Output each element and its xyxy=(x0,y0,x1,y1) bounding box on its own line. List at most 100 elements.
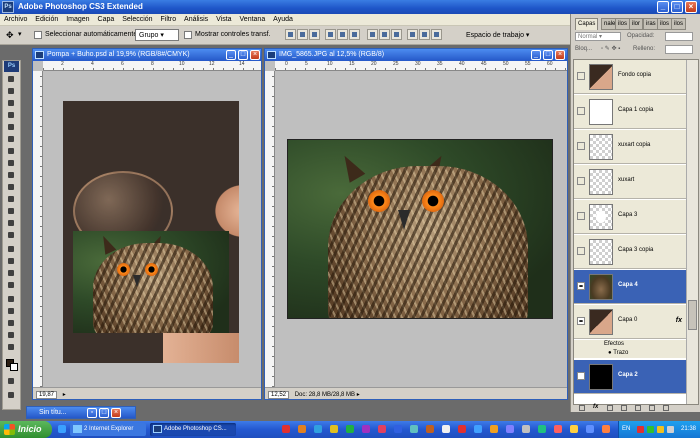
visibility-eye-icon[interactable] xyxy=(577,177,585,185)
app-icon[interactable] xyxy=(490,425,498,433)
tab-styles[interactable]: ilos xyxy=(657,18,673,30)
app-icon[interactable] xyxy=(602,425,610,433)
doc-restore-button[interactable]: ▫ xyxy=(87,408,97,418)
tray-icon[interactable] xyxy=(637,426,644,433)
menu-seleccion[interactable]: Selección xyxy=(119,14,155,23)
clone-stamp-icon[interactable] xyxy=(6,171,17,180)
move-tool-icon[interactable] xyxy=(6,75,17,84)
show-transform-checkbox[interactable] xyxy=(184,31,192,39)
history-brush-icon[interactable] xyxy=(6,183,17,192)
doc-minimize-button[interactable]: _ xyxy=(226,50,236,60)
tab-layers[interactable]: Capas xyxy=(575,18,599,30)
tray-icon[interactable] xyxy=(647,426,654,433)
doc-minimize-button[interactable]: _ xyxy=(531,50,541,60)
eyedropper-tool-icon[interactable] xyxy=(6,307,17,316)
scrollbar-thumb[interactable] xyxy=(688,300,697,330)
eraser-tool-icon[interactable] xyxy=(6,195,17,204)
layer-row[interactable]: Fondo copia xyxy=(574,60,686,94)
quick-mask-icon[interactable] xyxy=(6,377,17,386)
document-title-bar[interactable]: IMG_5865.JPG al 12,5% (RGB/8) xyxy=(265,49,567,61)
brush-tool-icon[interactable] xyxy=(6,159,17,168)
marquee-tool-icon[interactable] xyxy=(6,87,17,96)
menu-vista[interactable]: Vista xyxy=(213,14,234,23)
layer-row-selected[interactable]: Capa 2 xyxy=(574,360,686,394)
doc-close-button[interactable]: × xyxy=(250,50,260,60)
language-indicator[interactable]: EN xyxy=(622,426,630,432)
doc-close-button[interactable]: × xyxy=(111,408,121,418)
distribute-vcenter-button[interactable] xyxy=(379,29,390,40)
app-icon[interactable] xyxy=(394,425,402,433)
gradient-tool-icon[interactable] xyxy=(6,207,17,216)
vertical-ruler[interactable] xyxy=(33,71,43,387)
app-icon[interactable] xyxy=(554,425,562,433)
tab-color[interactable]: ilor xyxy=(629,18,644,30)
align-right-button[interactable] xyxy=(349,29,360,40)
distribute-right-button[interactable] xyxy=(431,29,442,40)
opacity-input[interactable] xyxy=(665,32,693,41)
vertical-ruler[interactable] xyxy=(265,71,275,387)
app-icon[interactable] xyxy=(570,425,578,433)
close-button[interactable]: × xyxy=(685,1,697,13)
layer-list-scrollbar[interactable] xyxy=(686,60,698,404)
visibility-eye-icon[interactable] xyxy=(577,247,585,255)
app-icon[interactable] xyxy=(282,425,290,433)
stroke-effect-row[interactable]: ● Trazo xyxy=(574,349,686,358)
ie-quicklaunch-icon[interactable] xyxy=(58,425,66,433)
lock-icons[interactable]: ▫ ✎ ✥ ▪ xyxy=(601,45,620,52)
add-style-icon[interactable]: fx xyxy=(593,404,598,410)
volume-icon[interactable] xyxy=(667,426,674,433)
healing-brush-icon[interactable] xyxy=(6,147,17,156)
menu-filtro[interactable]: Filtro xyxy=(158,14,180,23)
layer-row[interactable]: Capa 1 copia xyxy=(574,95,686,129)
app-icon[interactable] xyxy=(458,425,466,433)
status-arrow-icon[interactable]: ▸ xyxy=(63,392,66,398)
app-icon[interactable] xyxy=(586,425,594,433)
effects-row[interactable]: Efectos xyxy=(574,340,686,349)
align-vcenter-button[interactable] xyxy=(297,29,308,40)
clock[interactable]: 21:38 xyxy=(681,426,696,432)
minimize-button[interactable]: _ xyxy=(657,1,669,13)
align-bottom-button[interactable] xyxy=(309,29,320,40)
menu-ventana[interactable]: Ventana xyxy=(237,14,269,23)
app-icon[interactable] xyxy=(346,425,354,433)
tray-icon[interactable] xyxy=(657,426,664,433)
visibility-eye-icon[interactable] xyxy=(577,107,585,115)
visibility-eye-icon[interactable] xyxy=(577,72,585,80)
minimized-document[interactable]: Sin títu... ▫ □ × xyxy=(26,406,136,419)
adjustment-layer-icon[interactable] xyxy=(621,405,627,411)
magic-wand-tool-icon[interactable] xyxy=(6,111,17,120)
auto-select-dropdown[interactable]: Grupo ▾ xyxy=(135,29,179,41)
layer-row[interactable]: Capa 0 fx xyxy=(574,305,686,339)
path-selection-icon[interactable] xyxy=(6,269,17,278)
layer-effects-icon[interactable]: fx xyxy=(676,317,682,324)
type-tool-icon[interactable] xyxy=(6,257,17,266)
visibility-eye-icon[interactable] xyxy=(577,372,585,380)
menu-analisis[interactable]: Análisis xyxy=(181,14,211,23)
zoom-field[interactable]: 12,52 xyxy=(268,391,290,399)
new-layer-icon[interactable] xyxy=(649,405,655,411)
shape-tool-icon[interactable] xyxy=(6,281,17,290)
menu-capa[interactable]: Capa xyxy=(95,14,118,23)
visibility-eye-icon[interactable] xyxy=(577,282,585,290)
move-tool-icon[interactable]: ✥ xyxy=(6,30,14,41)
fill-input[interactable] xyxy=(665,45,693,54)
menu-edicion[interactable]: Edición xyxy=(32,14,61,23)
start-button[interactable]: Inicio xyxy=(0,421,52,438)
doc-maximize-button[interactable]: □ xyxy=(238,50,248,60)
visibility-eye-icon[interactable] xyxy=(577,212,585,220)
taskbar-item-photoshop[interactable]: Adobe Photoshop CS... xyxy=(150,423,236,436)
canvas-image[interactable] xyxy=(63,101,239,363)
doc-maximize-button[interactable]: □ xyxy=(99,408,109,418)
horizontal-ruler[interactable]: 0 5 10 15 20 25 30 35 40 45 50 55 60 xyxy=(275,61,567,71)
app-icon[interactable] xyxy=(474,425,482,433)
workspace-menu[interactable]: Espacio de trabajo ▾ xyxy=(466,31,529,39)
tab-history[interactable]: ilos xyxy=(671,18,687,30)
app-icon[interactable] xyxy=(410,425,418,433)
blur-tool-icon[interactable] xyxy=(6,219,17,228)
menu-archivo[interactable]: Archivo xyxy=(0,14,30,23)
lasso-tool-icon[interactable] xyxy=(6,99,17,108)
trash-icon[interactable] xyxy=(663,405,669,411)
add-mask-icon[interactable] xyxy=(607,405,613,411)
app-icon[interactable] xyxy=(426,425,434,433)
tool-preset-arrow-icon[interactable]: ▾ xyxy=(18,30,22,38)
